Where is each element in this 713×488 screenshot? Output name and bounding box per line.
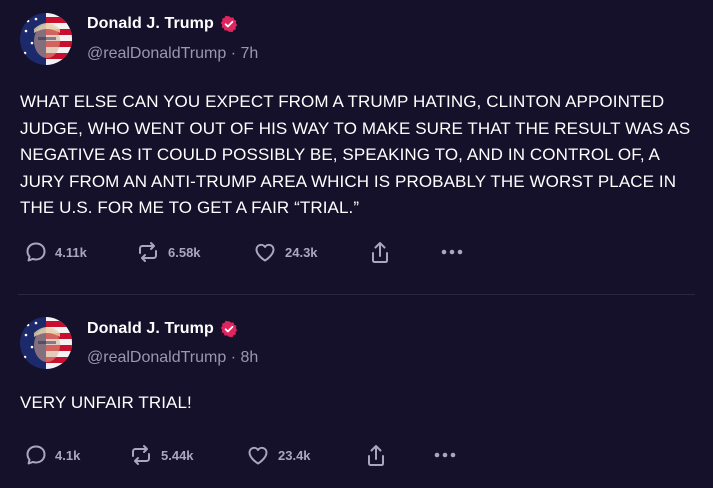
- like-count: 23.4k: [278, 447, 311, 463]
- reply-icon: [24, 443, 48, 467]
- share-icon: [364, 443, 388, 469]
- like-button[interactable]: 23.4k: [245, 443, 311, 467]
- avatar[interactable]: [20, 317, 72, 369]
- post[interactable]: Donald J. Trump @realDonaldTrump · 8h VE…: [0, 295, 713, 488]
- reply-button[interactable]: 4.11k: [24, 240, 87, 264]
- author-handle[interactable]: @realDonaldTrump: [87, 349, 226, 366]
- reply-icon: [24, 240, 48, 264]
- repost-button[interactable]: 5.44k: [128, 443, 194, 467]
- more-icon: [432, 449, 458, 461]
- more-button[interactable]: [432, 449, 458, 461]
- post-text: VERY UNFAIR TRIAL!: [20, 393, 192, 412]
- share-button[interactable]: [364, 443, 388, 469]
- share-button[interactable]: [368, 240, 392, 266]
- like-icon: [245, 443, 271, 467]
- separator: ·: [230, 349, 241, 366]
- post-time[interactable]: 7h: [241, 45, 259, 62]
- author-name[interactable]: Donald J. Trump: [87, 15, 214, 33]
- reply-count: 4.1k: [55, 447, 81, 463]
- share-icon: [368, 240, 392, 266]
- author-handle[interactable]: @realDonaldTrump: [87, 45, 226, 62]
- post-feed: Donald J. Trump @realDonaldTrump · 7h WH…: [0, 0, 713, 488]
- repost-count: 6.58k: [168, 244, 201, 260]
- more-icon: [439, 246, 465, 258]
- like-count: 24.3k: [285, 244, 318, 260]
- separator: ·: [230, 45, 241, 62]
- post-time[interactable]: 8h: [241, 349, 259, 366]
- verified-badge-icon: [220, 320, 238, 338]
- like-icon: [252, 240, 278, 264]
- author-name[interactable]: Donald J. Trump: [87, 320, 214, 338]
- post-text: WHAT ELSE CAN YOU EXPECT FROM A TRUMP HA…: [20, 92, 691, 217]
- avatar[interactable]: [20, 13, 72, 65]
- handle-row: @realDonaldTrump · 7h: [87, 45, 258, 63]
- post[interactable]: Donald J. Trump @realDonaldTrump · 7h WH…: [0, 0, 713, 294]
- reply-button[interactable]: 4.1k: [24, 443, 80, 467]
- reply-count: 4.11k: [55, 244, 87, 260]
- repost-button[interactable]: 6.58k: [135, 240, 201, 264]
- more-button[interactable]: [439, 246, 465, 258]
- repost-count: 5.44k: [161, 447, 194, 463]
- like-button[interactable]: 24.3k: [252, 240, 318, 264]
- repost-icon: [135, 240, 161, 264]
- author-row: Donald J. Trump: [87, 320, 238, 338]
- repost-icon: [128, 443, 154, 467]
- handle-row: @realDonaldTrump · 8h: [87, 349, 258, 367]
- verified-badge-icon: [220, 15, 238, 33]
- author-row: Donald J. Trump: [87, 15, 238, 33]
